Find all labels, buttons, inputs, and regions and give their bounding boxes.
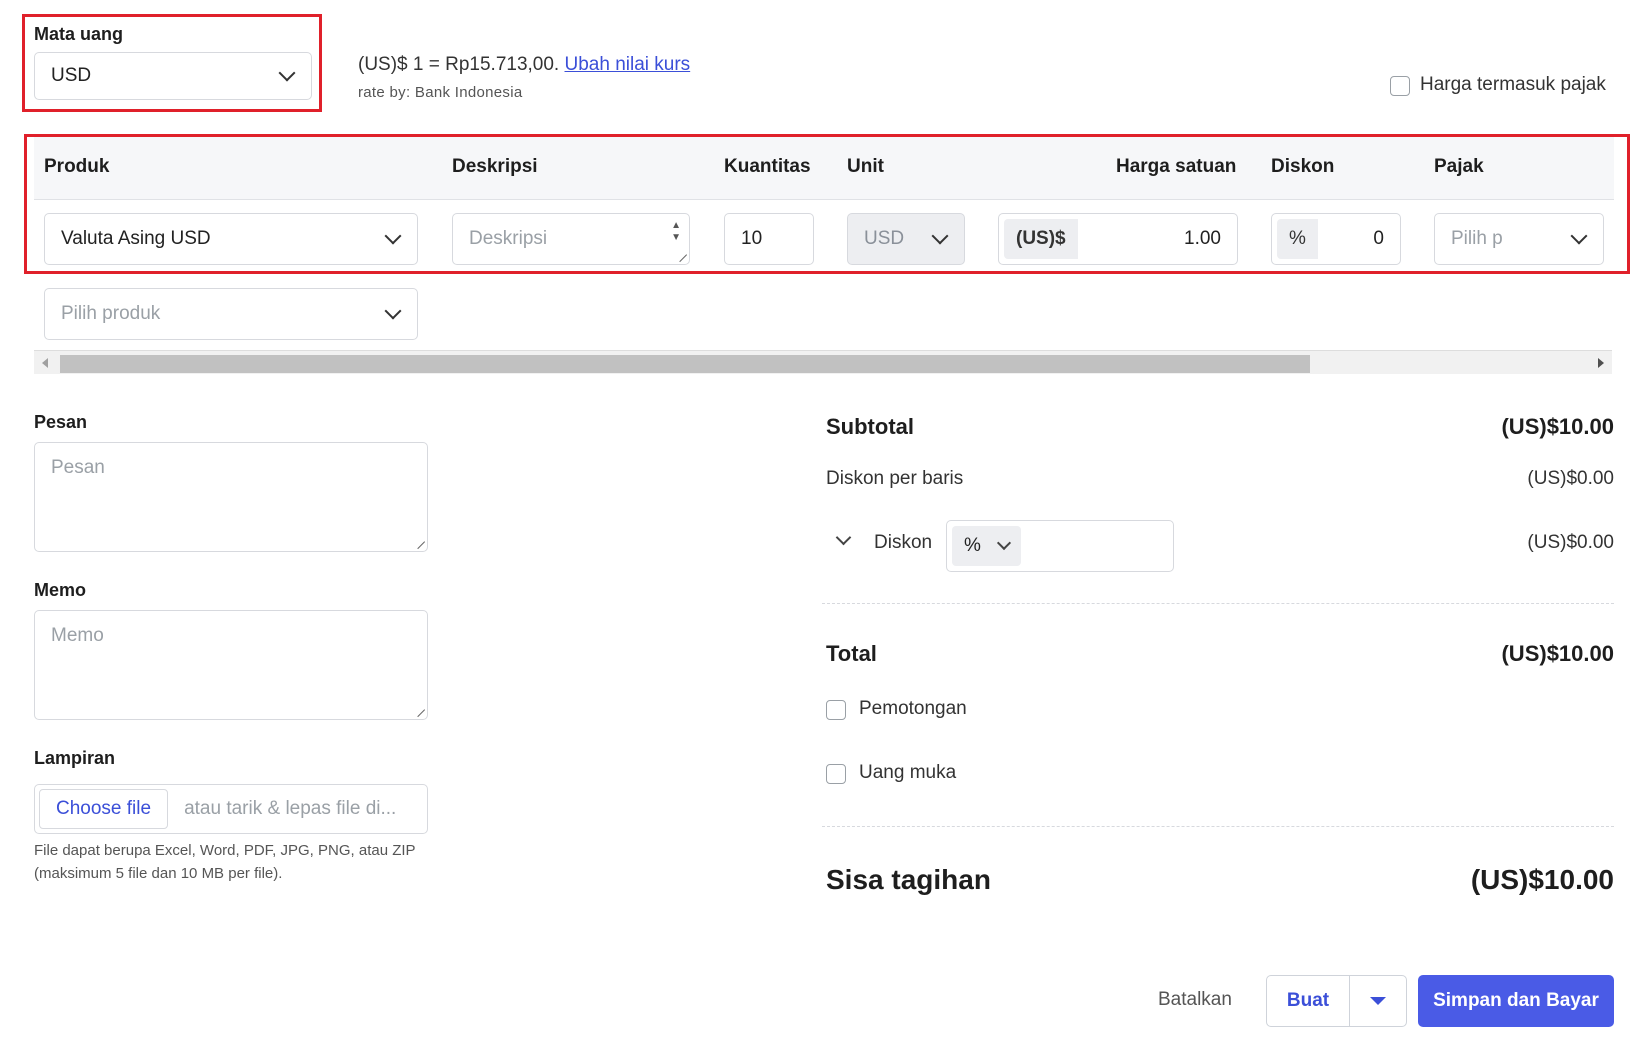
chevron-down-icon bbox=[996, 535, 1011, 551]
memo-textarea[interactable]: Memo bbox=[34, 610, 428, 720]
attachment-label: Lampiran bbox=[34, 748, 116, 768]
change-rate-link[interactable]: Ubah nilai kurs bbox=[565, 54, 691, 75]
save-and-pay-button[interactable]: Simpan dan Bayar bbox=[1418, 975, 1614, 1027]
create-options-dropdown[interactable] bbox=[1349, 975, 1407, 1027]
cancel-button[interactable]: Batalkan bbox=[1158, 989, 1232, 1011]
exchange-rate-info: (US)$ 1 = Rp15.713,00. Ubah nilai kurs bbox=[358, 54, 690, 76]
caret-down-icon bbox=[1370, 997, 1386, 1005]
memo-label: Memo bbox=[34, 580, 87, 600]
create-button-label: Buat bbox=[1286, 990, 1330, 1011]
discount-amount-value: (US)$0.00 bbox=[1527, 532, 1614, 553]
balance-value: (US)$10.00 bbox=[1470, 864, 1614, 895]
chevron-down-icon[interactable] bbox=[835, 529, 852, 546]
add-product-select[interactable]: Pilih produk bbox=[44, 288, 418, 340]
tax-inclusive-label: Harga termasuk pajak bbox=[1420, 74, 1606, 95]
deduction-checkbox[interactable] bbox=[826, 700, 846, 720]
scroll-right-icon[interactable] bbox=[1598, 358, 1604, 368]
attachment-dropzone[interactable]: Choose file atau tarik & lepas file di..… bbox=[34, 784, 428, 834]
summary-divider bbox=[822, 826, 1614, 827]
message-label: Pesan bbox=[34, 412, 88, 432]
scroll-left-icon[interactable] bbox=[42, 358, 48, 368]
global-discount-input[interactable]: % bbox=[946, 520, 1174, 572]
drop-file-text: atau tarik & lepas file di... bbox=[184, 798, 397, 819]
line-discount-value: (US)$0.00 bbox=[1527, 468, 1614, 489]
currency-label: Mata uang bbox=[34, 24, 124, 44]
scrollbar-thumb[interactable] bbox=[60, 355, 1310, 373]
table-horizontal-scrollbar[interactable] bbox=[34, 350, 1612, 374]
line-discount-label: Diskon per baris bbox=[826, 468, 964, 489]
discount-type-select[interactable]: % bbox=[952, 526, 1021, 566]
total-value: (US)$10.00 bbox=[1501, 641, 1614, 666]
memo-placeholder: Memo bbox=[51, 625, 104, 646]
subtotal-label: Subtotal bbox=[826, 414, 914, 439]
deposit-checkbox[interactable] bbox=[826, 764, 846, 784]
chevron-down-icon bbox=[278, 64, 296, 82]
balance-label: Sisa tagihan bbox=[826, 864, 991, 895]
chevron-down-icon bbox=[384, 302, 402, 320]
save-and-pay-label: Simpan dan Bayar bbox=[1433, 990, 1599, 1011]
summary-divider bbox=[822, 603, 1614, 604]
resize-handle-icon[interactable] bbox=[410, 534, 426, 550]
currency-selected-value: USD bbox=[51, 65, 92, 86]
discount-type-value: % bbox=[964, 535, 981, 556]
deposit-label: Uang muka bbox=[859, 762, 957, 783]
add-product-placeholder: Pilih produk bbox=[61, 303, 161, 324]
message-placeholder: Pesan bbox=[51, 457, 105, 478]
discount-label: Diskon bbox=[874, 532, 933, 553]
rate-source: rate by: Bank Indonesia bbox=[358, 84, 523, 101]
currency-select[interactable]: USD bbox=[34, 52, 312, 100]
total-label: Total bbox=[826, 641, 877, 666]
product-row-highlight-box bbox=[24, 134, 1630, 274]
attachment-help-line1: File dapat berupa Excel, Word, PDF, JPG,… bbox=[34, 842, 416, 859]
resize-handle-icon[interactable] bbox=[410, 702, 426, 718]
attachment-help-line2: (maksimum 5 file dan 10 MB per file). bbox=[34, 865, 283, 882]
exchange-rate-text: (US)$ 1 = Rp15.713,00. bbox=[358, 54, 560, 75]
create-button[interactable]: Buat bbox=[1266, 975, 1350, 1027]
message-textarea[interactable]: Pesan bbox=[34, 442, 428, 552]
subtotal-value: (US)$10.00 bbox=[1501, 414, 1614, 439]
tax-inclusive-checkbox[interactable] bbox=[1390, 76, 1410, 96]
deduction-label: Pemotongan bbox=[859, 698, 967, 719]
choose-file-button[interactable]: Choose file bbox=[39, 789, 169, 829]
